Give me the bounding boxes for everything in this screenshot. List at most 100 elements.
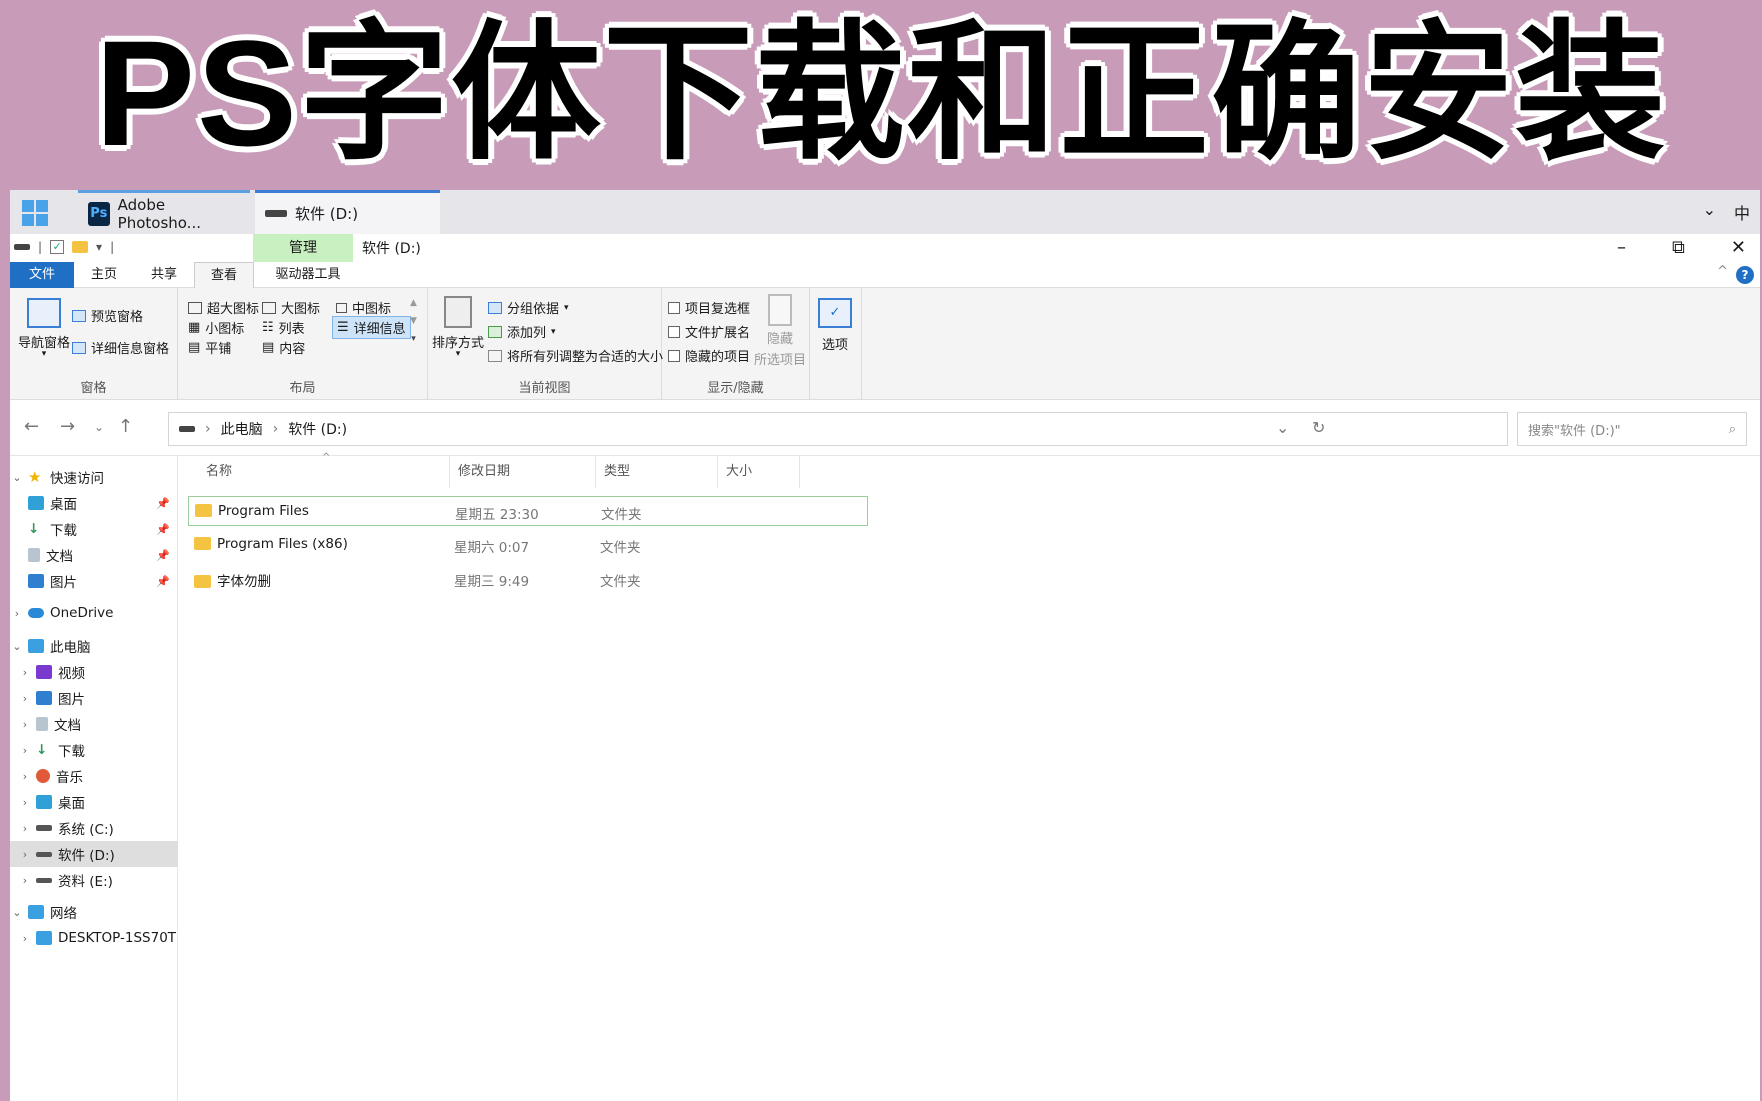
chevron-right-icon[interactable]: › (18, 692, 32, 705)
chevron-down-icon[interactable]: ⌄ (10, 906, 24, 919)
table-row[interactable]: 字体勿删 星期三 9:49 文件夹 (188, 564, 868, 594)
chevron-right-icon[interactable]: › (18, 744, 32, 757)
collapse-ribbon-icon[interactable]: ^ (1717, 264, 1728, 279)
preview-pane-button[interactable]: 预览窗格 (72, 306, 143, 325)
column-header-date[interactable]: 修改日期 (450, 456, 596, 488)
tab-drive-tools[interactable]: 驱动器工具 (258, 262, 358, 288)
chevron-right-icon[interactable]: › (18, 770, 32, 783)
add-columns-button[interactable]: 添加列 ▾ (488, 322, 556, 341)
group-by-button[interactable]: 分组依据 ▾ (488, 298, 569, 317)
nav-pc-documents[interactable]: › 文档 (10, 711, 178, 737)
breadcrumb-this-pc[interactable]: 此电脑 (221, 419, 263, 439)
pin-icon[interactable]: 📌 (156, 575, 170, 588)
layout-medium[interactable]: 中图标 (336, 298, 391, 317)
forward-arrow-icon[interactable]: → (60, 416, 75, 437)
properties-check-icon[interactable]: ✓ (50, 240, 65, 254)
task-tab-explorer[interactable]: 软件 (D:) (255, 190, 440, 234)
help-icon[interactable]: ? (1736, 266, 1754, 284)
column-header-name[interactable]: 名称 (198, 456, 450, 488)
layout-content[interactable]: ▤ 内容 (262, 338, 305, 357)
hidden-items-toggle[interactable]: 隐藏的项目 (668, 346, 750, 365)
layout-scroll[interactable]: ▲ ▼ ▾ (410, 298, 417, 344)
refresh-icon[interactable]: ↻ (1312, 418, 1325, 437)
nav-qa-documents[interactable]: 文档 📌 (10, 542, 178, 568)
recent-locations-icon[interactable]: ⌄ (94, 420, 104, 434)
column-header-size[interactable]: 大小 (718, 456, 800, 488)
tab-file[interactable]: 文件 (10, 262, 74, 288)
music-icon (36, 769, 50, 783)
chevron-right-icon[interactable]: › (18, 796, 32, 809)
chevron-down-icon[interactable]: ⌄ (10, 471, 24, 484)
chevron-down-icon[interactable]: ⌄ (10, 640, 24, 653)
layout-list[interactable]: ☷ 列表 (262, 318, 305, 337)
chevron-right-icon[interactable]: › (18, 822, 32, 835)
layout-extra-large[interactable]: 超大图标 (188, 298, 259, 317)
address-history-icon[interactable]: ⌄ (1276, 418, 1289, 437)
up-arrow-icon[interactable]: ↑ (118, 416, 133, 437)
nav-pc-drive-d[interactable]: › 软件 (D:) (10, 841, 178, 867)
chevron-right-icon[interactable]: › (273, 421, 279, 437)
nav-network[interactable]: ⌄ 网络 (10, 899, 178, 925)
chevron-right-icon[interactable]: › (18, 666, 32, 679)
nav-pc-music[interactable]: › 音乐 (10, 763, 178, 789)
tab-view[interactable]: 查看 (194, 262, 254, 288)
windows-logo-icon[interactable] (22, 200, 48, 226)
nav-quick-access[interactable]: ⌄ ★ 快速访问 (10, 464, 178, 490)
chevron-right-icon[interactable]: › (18, 718, 32, 731)
layout-tiles[interactable]: ▤ 平铺 (188, 338, 231, 357)
nav-qa-desktop[interactable]: 桌面 📌 (10, 490, 178, 516)
layout-details[interactable]: ☰ 详细信息 (332, 316, 411, 339)
size-all-columns-button[interactable]: 将所有列调整为合适的大小 (488, 346, 663, 365)
nav-onedrive[interactable]: › OneDrive (10, 600, 178, 626)
manage-context-tab[interactable]: 管理 (253, 234, 353, 262)
nav-pc-drive-e[interactable]: › 资料 (E:) (10, 867, 178, 893)
hide-selected-button[interactable]: 隐藏 所选项目 (754, 294, 806, 368)
tab-home[interactable]: 主页 (74, 262, 134, 288)
explorer-window: Ps Adobe Photosho... 软件 (D:) ⌄ 中 | ✓ ▾ |… (10, 190, 1760, 1101)
table-row[interactable]: Program Files (x86) 星期六 0:07 文件夹 (188, 530, 868, 560)
file-extensions-toggle[interactable]: 文件扩展名 (668, 322, 750, 341)
content-icon: ▤ (262, 340, 275, 355)
customize-dropdown-icon[interactable]: ▾ (96, 240, 102, 254)
ime-indicator[interactable]: 中 (1734, 200, 1750, 224)
breadcrumb-drive-d[interactable]: 软件 (D:) (288, 419, 347, 439)
nav-pc-desktop[interactable]: › 桌面 (10, 789, 178, 815)
restore-button[interactable]: ⧉ (1672, 234, 1685, 262)
minimize-button[interactable]: – (1617, 234, 1626, 262)
table-row[interactable]: Program Files 星期五 23:30 文件夹 (188, 496, 868, 526)
task-tab-photoshop[interactable]: Ps Adobe Photosho... (78, 190, 250, 234)
chevron-down-icon[interactable]: ⌄ (1703, 200, 1716, 224)
chevron-right-icon[interactable]: › (10, 607, 24, 620)
address-bar[interactable]: › 此电脑 › 软件 (D:) (168, 412, 1508, 446)
nav-pc-videos[interactable]: › 视频 (10, 659, 178, 685)
column-header-type[interactable]: 类型 (596, 456, 718, 488)
chevron-right-icon[interactable]: › (18, 932, 32, 945)
nav-this-pc[interactable]: ⌄ 此电脑 (10, 633, 178, 659)
document-icon (28, 548, 40, 562)
pin-icon[interactable]: 📌 (156, 549, 170, 562)
item-checkboxes-toggle[interactable]: 项目复选框 (668, 298, 750, 317)
nav-pane-button[interactable]: 导航窗格 ▾ (18, 298, 70, 359)
chevron-right-icon[interactable]: › (18, 848, 32, 861)
drive-icon (14, 244, 30, 250)
layout-large[interactable]: 大图标 (262, 298, 320, 317)
nav-pc-pictures[interactable]: › 图片 (10, 685, 178, 711)
details-pane-button[interactable]: 详细信息窗格 (72, 338, 169, 357)
nav-qa-pictures[interactable]: 图片 📌 (10, 568, 178, 594)
close-button[interactable]: ✕ (1731, 234, 1746, 262)
nav-qa-downloads[interactable]: ↓ 下载 📌 (10, 516, 178, 542)
nav-pc-drive-c[interactable]: › 系统 (C:) (10, 815, 178, 841)
nav-pc-downloads[interactable]: › ↓ 下载 (10, 737, 178, 763)
new-folder-icon[interactable] (72, 241, 89, 253)
options-button[interactable]: ✓ 选项 (818, 298, 852, 353)
chevron-right-icon[interactable]: › (18, 874, 32, 887)
pin-icon[interactable]: 📌 (156, 523, 170, 536)
search-input[interactable]: 搜索"软件 (D:)" ⌕ (1517, 412, 1747, 446)
tab-share[interactable]: 共享 (134, 262, 194, 288)
layout-small[interactable]: ▦ 小图标 (188, 318, 244, 337)
sort-by-button[interactable]: 排序方式 ▾ (432, 296, 484, 359)
chevron-right-icon[interactable]: › (205, 421, 211, 437)
back-arrow-icon[interactable]: ← (24, 416, 39, 437)
nav-network-desktop[interactable]: › DESKTOP-1SS70T (10, 925, 178, 951)
pin-icon[interactable]: 📌 (156, 497, 170, 510)
